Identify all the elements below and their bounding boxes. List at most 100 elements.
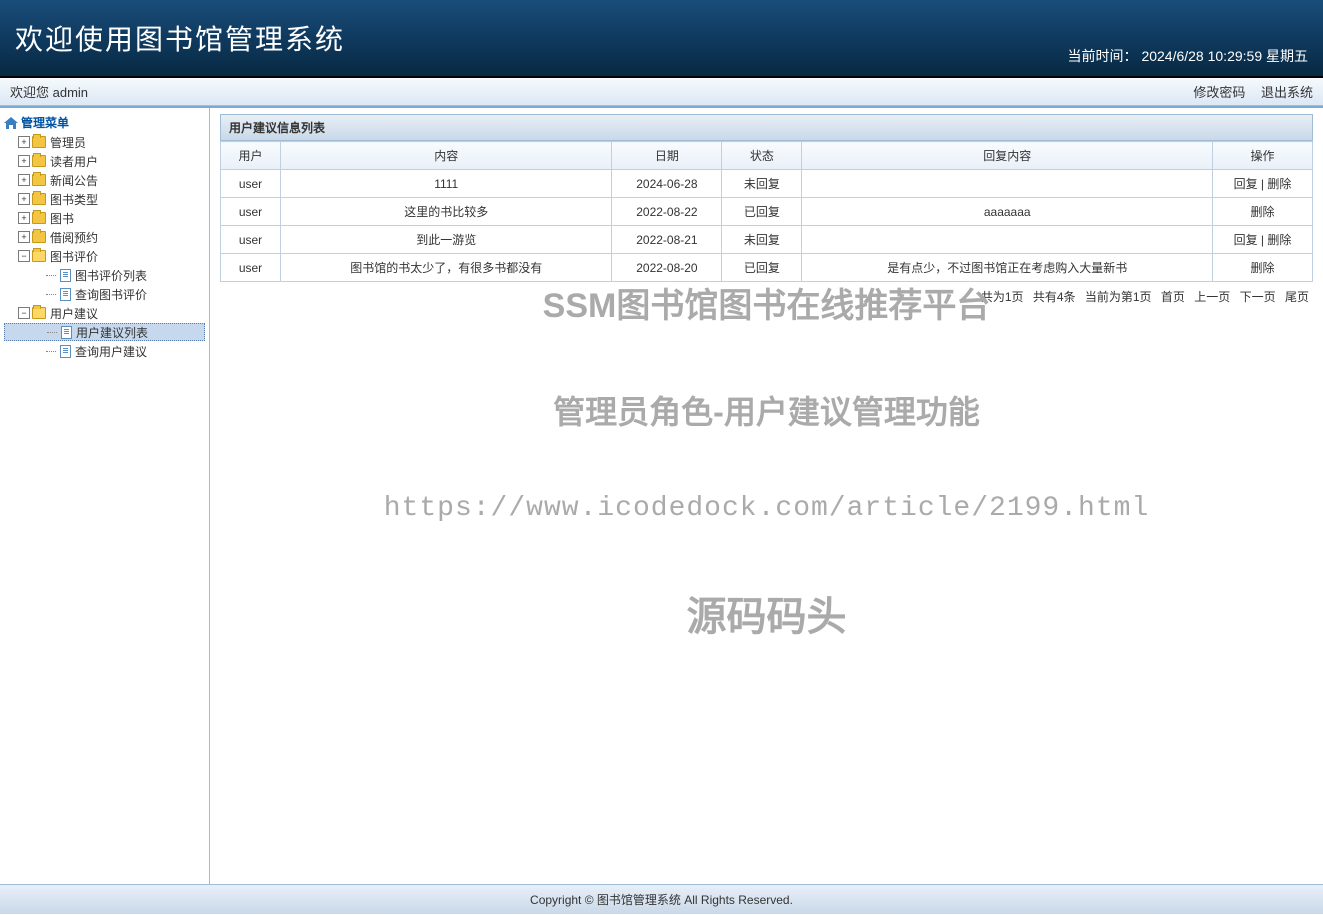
cell-ops: 删除: [1213, 254, 1313, 282]
cell-ops: 回复 | 删除: [1213, 170, 1313, 198]
page-icon: [60, 269, 71, 282]
cell-content: 图书馆的书太少了，有很多书都没有: [281, 254, 612, 282]
cell-date: 2022-08-20: [612, 254, 722, 282]
cell-reply: [802, 170, 1213, 198]
change-password-link[interactable]: 修改密码: [1193, 85, 1245, 100]
page-icon: [60, 345, 71, 358]
table-header-3: 状态: [722, 142, 802, 170]
cell-content: 到此一游览: [281, 226, 612, 254]
page-first[interactable]: 首页: [1161, 290, 1185, 304]
reply-button[interactable]: 回复: [1234, 177, 1258, 191]
sidebar-subitem-7-1[interactable]: 查询用户建议: [4, 342, 205, 360]
sidebar-item-2[interactable]: + 新闻公告: [4, 171, 205, 189]
cell-user: user: [221, 226, 281, 254]
welcome-text: 欢迎您 admin: [10, 82, 88, 101]
watermark: SSM图书馆图书在线推荐平台 管理员角色-用户建议管理功能 https://ww…: [210, 278, 1323, 642]
cell-reply: [802, 226, 1213, 254]
collapse-icon[interactable]: −: [18, 250, 30, 262]
footer: Copyright © 图书馆管理系统 All Rights Reserved.: [0, 884, 1323, 914]
logout-link[interactable]: 退出系统: [1261, 85, 1313, 100]
home-icon: [4, 117, 18, 129]
app-header: 欢迎使用图书馆管理系统 当前时间： 2024/6/28 10:29:59 星期五: [0, 0, 1323, 78]
folder-icon: [32, 307, 46, 319]
sidebar-item-0[interactable]: + 管理员: [4, 133, 205, 151]
page-last[interactable]: 尾页: [1285, 290, 1309, 304]
sidebar-item-label: 图书: [50, 210, 74, 227]
folder-icon: [32, 193, 46, 205]
folder-icon: [32, 212, 46, 224]
main-content: 用户建议信息列表 用户内容日期状态回复内容操作 user11112024-06-…: [210, 108, 1323, 884]
reply-button[interactable]: 回复: [1234, 233, 1258, 247]
table-row: user11112024-06-28未回复 回复 | 删除: [221, 170, 1313, 198]
page-total-pages: 共为1页: [981, 290, 1024, 304]
table-row: user到此一游览2022-08-21未回复 回复 | 删除: [221, 226, 1313, 254]
expand-icon[interactable]: +: [18, 155, 30, 167]
app-title: 欢迎使用图书馆管理系统: [15, 18, 345, 58]
sidebar-item-label: 管理员: [50, 134, 86, 151]
folder-icon: [32, 174, 46, 186]
sidebar-subitem-6-0[interactable]: 图书评价列表: [4, 266, 205, 284]
cell-user: user: [221, 170, 281, 198]
topbar: 欢迎您 admin 修改密码 退出系统: [0, 78, 1323, 106]
pagination: 共为1页 共有4条 当前为第1页 首页 上一页 下一页 尾页: [220, 282, 1313, 311]
expand-icon[interactable]: +: [18, 231, 30, 243]
cell-date: 2022-08-22: [612, 198, 722, 226]
page-next[interactable]: 下一页: [1240, 290, 1276, 304]
page-prev[interactable]: 上一页: [1194, 290, 1230, 304]
page-icon: [61, 326, 72, 339]
collapse-icon[interactable]: −: [18, 307, 30, 319]
sidebar-item-7[interactable]: −用户建议: [4, 304, 205, 322]
expand-icon[interactable]: +: [18, 193, 30, 205]
sidebar-subitem-label: 查询用户建议: [75, 343, 147, 360]
sidebar-subitem-6-1[interactable]: 查询图书评价: [4, 285, 205, 303]
tree-root[interactable]: 管理菜单: [4, 114, 205, 131]
tree-line-icon: [47, 326, 59, 338]
delete-button[interactable]: 删除: [1267, 177, 1291, 191]
expand-icon[interactable]: +: [18, 136, 30, 148]
sidebar-item-label: 读者用户: [50, 153, 98, 170]
cell-reply: 是有点少，不过图书馆正在考虑购入大量新书: [802, 254, 1213, 282]
tree-line-icon: [46, 345, 58, 357]
table-row: user这里的书比较多2022-08-22已回复aaaaaaa删除: [221, 198, 1313, 226]
sidebar: 管理菜单 + 管理员 + 读者用户 + 新闻公告 + 图书类型 + 图书 + 借阅预约 − 图书评价图书评…: [0, 108, 210, 884]
expand-icon[interactable]: +: [18, 212, 30, 224]
sidebar-item-5[interactable]: + 借阅预约: [4, 228, 205, 246]
cell-status: 未回复: [722, 170, 802, 198]
sidebar-subitem-label: 查询图书评价: [75, 286, 147, 303]
cell-user: user: [221, 198, 281, 226]
sidebar-item-label: 新闻公告: [50, 172, 98, 189]
cell-status: 已回复: [722, 254, 802, 282]
cell-content: 1111: [281, 170, 612, 198]
cell-ops: 回复 | 删除: [1213, 226, 1313, 254]
sidebar-item-1[interactable]: + 读者用户: [4, 152, 205, 170]
cell-ops: 删除: [1213, 198, 1313, 226]
sidebar-item-6[interactable]: − 图书评价: [4, 247, 205, 265]
folder-icon: [32, 231, 46, 243]
table-header-4: 回复内容: [802, 142, 1213, 170]
expand-icon[interactable]: +: [18, 174, 30, 186]
cell-date: 2022-08-21: [612, 226, 722, 254]
table-header-2: 日期: [612, 142, 722, 170]
delete-button[interactable]: 删除: [1267, 233, 1291, 247]
cell-status: 未回复: [722, 226, 802, 254]
sidebar-subitem-7-0[interactable]: 用户建议列表: [4, 323, 205, 341]
sidebar-item-label: 图书类型: [50, 191, 98, 208]
sidebar-subitem-label: 图书评价列表: [75, 267, 147, 284]
folder-icon: [32, 250, 46, 262]
table-header-1: 内容: [281, 142, 612, 170]
topbar-actions: 修改密码 退出系统: [1181, 82, 1313, 101]
suggestion-table: 用户内容日期状态回复内容操作 user11112024-06-28未回复回复 |…: [220, 141, 1313, 282]
panel-title: 用户建议信息列表: [220, 114, 1313, 141]
folder-icon: [32, 155, 46, 167]
sidebar-item-label: 借阅预约: [50, 229, 98, 246]
sidebar-item-4[interactable]: + 图书: [4, 209, 205, 227]
cell-date: 2024-06-28: [612, 170, 722, 198]
sidebar-item-3[interactable]: + 图书类型: [4, 190, 205, 208]
cell-user: user: [221, 254, 281, 282]
delete-button[interactable]: 删除: [1250, 261, 1274, 275]
sidebar-item-label: 图书评价: [50, 248, 98, 265]
cell-content: 这里的书比较多: [281, 198, 612, 226]
delete-button[interactable]: 删除: [1250, 205, 1274, 219]
current-time: 当前时间： 2024/6/28 10:29:59 星期五: [1068, 46, 1308, 66]
cell-reply: aaaaaaa: [802, 198, 1213, 226]
